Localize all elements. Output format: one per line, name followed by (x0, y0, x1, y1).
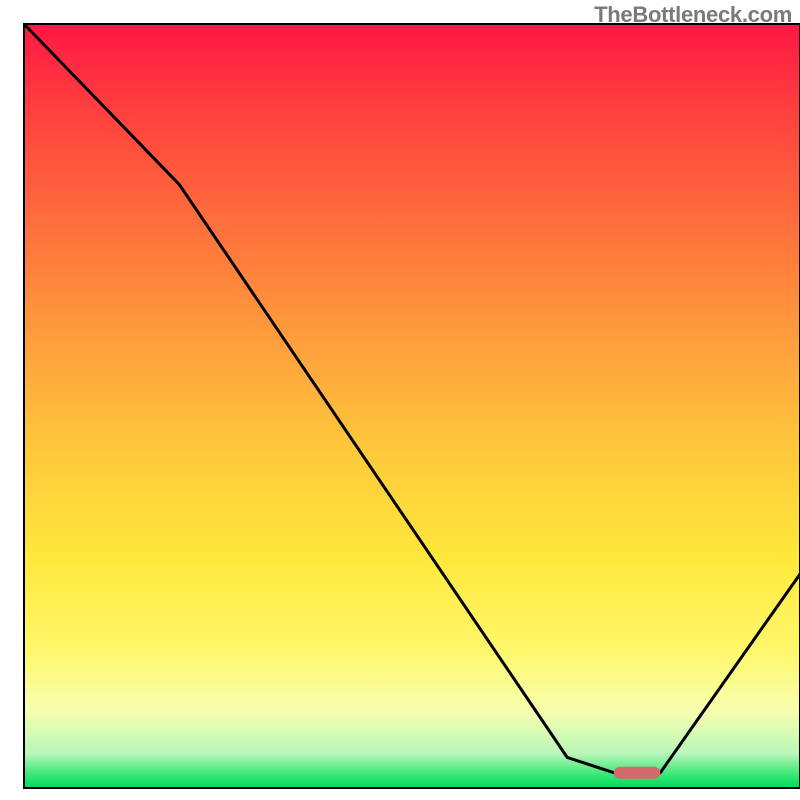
gradient-background (24, 24, 800, 788)
optimal-range-marker (614, 767, 661, 779)
chart-svg (0, 0, 800, 800)
bottleneck-chart: TheBottleneck.com (0, 0, 800, 800)
watermark-text: TheBottleneck.com (594, 2, 792, 28)
